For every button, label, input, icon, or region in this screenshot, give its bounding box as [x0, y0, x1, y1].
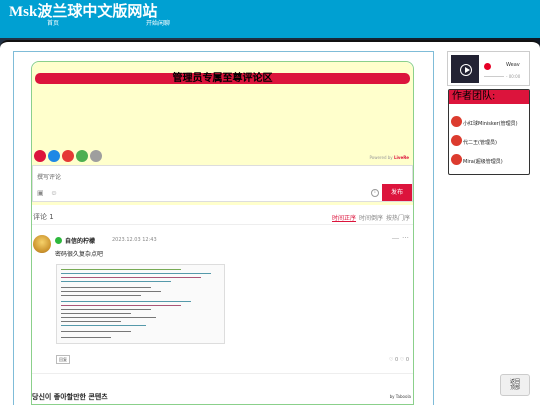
nav-home[interactable]: 首页: [47, 18, 59, 27]
livere-brand[interactable]: LiveRe: [394, 155, 409, 160]
like-icon[interactable]: ♡: [389, 357, 393, 363]
song-title: Weav: [506, 62, 520, 68]
sort-oldest[interactable]: 时间倒序: [359, 213, 383, 222]
taboola-heading: 당신이 좋아할만한 콘텐츠: [32, 393, 108, 401]
avatar: [451, 154, 462, 165]
weibo-icon[interactable]: [34, 150, 46, 162]
sort-popular[interactable]: 按热门序: [386, 213, 410, 222]
wechat-login-icon: [55, 237, 62, 244]
back-to-top-label-2: 顶部: [509, 385, 520, 391]
reply-button[interactable]: 回复: [56, 355, 70, 364]
powered-by-prefix: Powered by: [369, 155, 394, 160]
music-time: - 00:00: [506, 74, 521, 79]
member-name: 代二王(管理员): [463, 140, 497, 146]
divider: [32, 373, 413, 374]
weibo-share-icon[interactable]: [62, 150, 74, 162]
music-player: Weav - 00:00: [447, 51, 530, 86]
site-header: Msk波兰球中文版网站 首页 开始闲聊: [0, 0, 540, 38]
emoji-icon[interactable]: ☺: [50, 189, 57, 197]
member-name: 小红球Minisker(管理员): [463, 121, 518, 127]
comment-area-header: 管理员专属至尊评论区 Powered by LiveRe 撰写评论 ▣ ☺ i …: [32, 62, 413, 205]
wechat-icon[interactable]: [76, 150, 88, 162]
qq-icon[interactable]: [48, 150, 60, 162]
comment-text: 密码很久复杂点吧: [55, 251, 104, 258]
back-to-top-button[interactable]: 返回 顶部: [500, 374, 530, 396]
like-counts: ♡ 0 ♡ 0: [389, 357, 409, 363]
image-icon[interactable]: ▣: [37, 189, 44, 197]
comment-image[interactable]: [56, 264, 225, 344]
avatar: [451, 135, 462, 146]
admin-banner: 管理员专属至尊评论区: [35, 73, 410, 84]
comment-section: 管理员专属至尊评论区 Powered by LiveRe 撰写评论 ▣ ☺ i …: [31, 61, 414, 405]
play-icon[interactable]: [460, 64, 472, 76]
taboola-by[interactable]: by Taboola: [390, 394, 411, 399]
powered-by: Powered by LiveRe: [369, 155, 409, 160]
team-panel: 作者团队: 小红球Minisker(管理员) 代二王(管理员) Mira(超级管…: [448, 89, 530, 175]
comment-username[interactable]: 自信的柠檬: [65, 236, 95, 245]
member-name: Mira(超级管理员): [463, 159, 503, 165]
avatar: [451, 116, 462, 127]
more-share-icon[interactable]: [90, 150, 102, 162]
team-title: 作者团队:: [449, 90, 529, 104]
publish-button[interactable]: 发布: [382, 184, 412, 201]
comment-placeholder: 撰写评论: [37, 174, 62, 181]
dislike-icon[interactable]: ♡: [400, 357, 404, 363]
info-icon[interactable]: i: [371, 189, 379, 197]
comment-count: 评论 1: [33, 213, 54, 221]
comment-input[interactable]: 撰写评论 ▣ ☺ i 发布: [32, 165, 413, 202]
avatar[interactable]: [33, 235, 51, 253]
divider: [32, 224, 413, 225]
like-count: 0: [394, 357, 399, 363]
comment-timestamp: 2023.12.03 12:43: [112, 237, 157, 243]
dislike-count: 0: [405, 357, 409, 363]
nav-chat[interactable]: 开始闲聊: [146, 18, 170, 27]
collapse-icon[interactable]: —: [392, 234, 399, 242]
sort-newest[interactable]: 时间正序: [332, 213, 356, 222]
music-progress[interactable]: [484, 76, 504, 77]
site-title[interactable]: Msk波兰球中文版网站: [9, 0, 157, 21]
netease-icon: [484, 63, 491, 70]
album-art: [451, 55, 479, 83]
editor-tools: ▣ ☺: [37, 189, 63, 197]
more-options-icon[interactable]: ···: [402, 234, 409, 242]
